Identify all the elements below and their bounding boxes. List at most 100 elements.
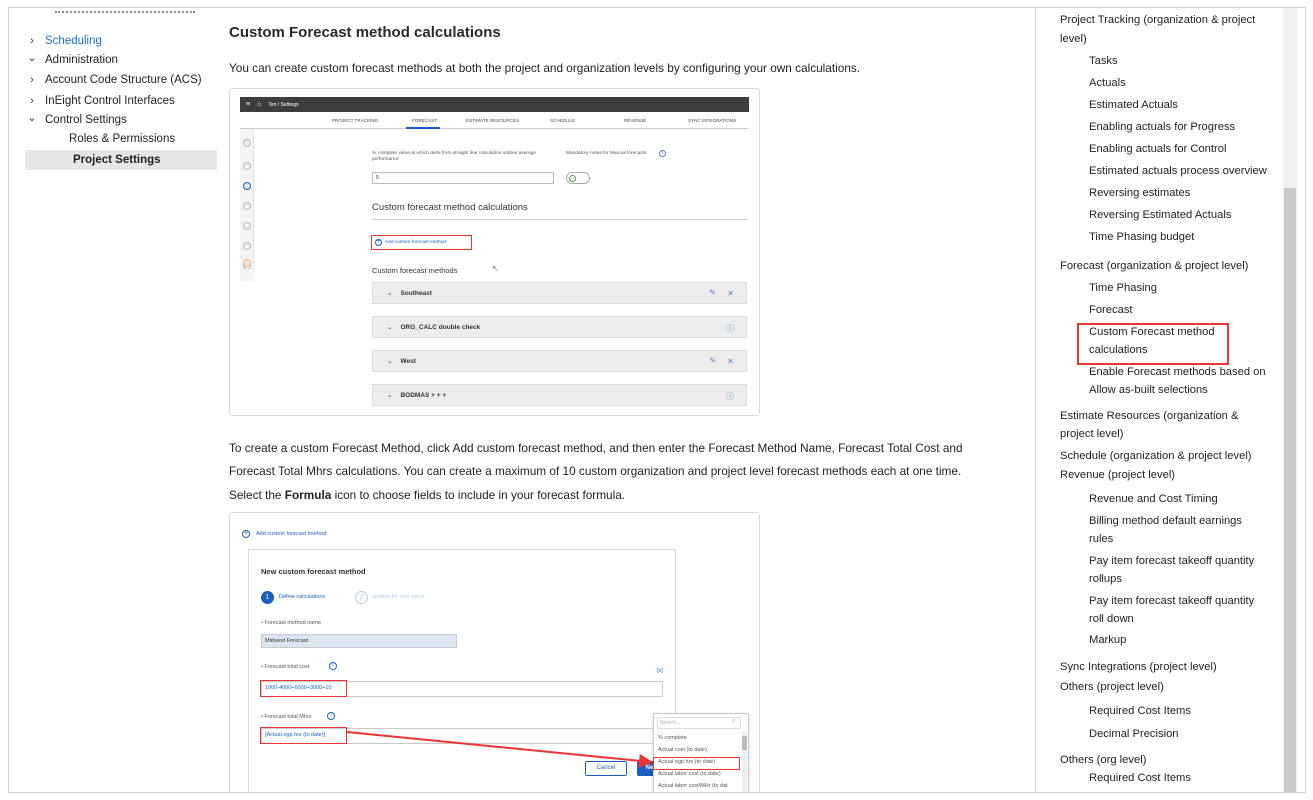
tab-forecast[interactable]: FORECAST [412, 118, 437, 123]
edit-icon[interactable]: ✎ [709, 356, 716, 365]
chevron-down-icon: ⌄ [27, 111, 37, 124]
tab-revenue[interactable]: REVENUE [624, 118, 646, 123]
toc-item[interactable]: Enabling actuals for Control [1089, 140, 1226, 159]
nav-item-control-settings[interactable]: ⌄ Control Settings [25, 110, 126, 130]
info-icon[interactable]: i [329, 662, 337, 670]
rail-icon[interactable] [243, 162, 251, 170]
method-name-label: • Forecast method name [261, 620, 322, 626]
highlight-box [260, 680, 347, 697]
dropdown-scrollbar[interactable] [742, 732, 747, 792]
toc-item[interactable]: Required Cost Items [1089, 769, 1191, 788]
rail-icon[interactable] [243, 202, 251, 210]
settings-tabs: PROJECT TRACKING FORECAST ESTIMATE RESOU… [240, 112, 749, 129]
close-icon[interactable]: ✕ [727, 289, 734, 298]
toc-item[interactable]: Revenue (project level) [1060, 466, 1175, 485]
nav-item-roles-permissions[interactable]: Roles & Permissions [69, 129, 175, 149]
toc-item[interactable]: Allow as-built selections [1089, 381, 1208, 400]
scroll-thumb[interactable] [742, 736, 747, 750]
add-custom-forecast-link[interactable]: Add custom forecast method [256, 531, 326, 537]
toc-item[interactable]: Enable Forecast methods based on [1089, 363, 1266, 382]
toc-item[interactable]: Forecast (organization & project level) [1060, 257, 1248, 276]
toc-item[interactable]: Project Tracking (organization & project [1060, 11, 1255, 30]
toc-item[interactable]: Reversing estimates [1089, 184, 1190, 203]
side-rail-end [240, 269, 254, 281]
total-cost-label: • Forecast total cost [261, 664, 310, 670]
instructions-line-1: To create a custom Forecast Method, clic… [229, 441, 963, 455]
toc-item[interactable]: Schedule (organization & project level) [1060, 447, 1252, 466]
settings-screenshot: ≡ ⌂ Ten / Settings PROJECT TRACKING FORE… [229, 88, 760, 416]
rail-icon[interactable] [243, 222, 251, 230]
info-icon[interactable]: i [327, 712, 335, 720]
info-icon[interactable]: ⓘ [726, 323, 734, 334]
mandatory-notes-label: Mandatory notes for Manual forecasts [566, 151, 647, 156]
dropdown-item[interactable]: % complete [658, 735, 687, 741]
toc-item[interactable]: Actuals [1089, 74, 1126, 93]
step-1-label: Define calculations [279, 594, 326, 600]
nav-item-administration[interactable]: ⌄ Administration [25, 50, 117, 70]
nav-item-ineight-control-interfaces[interactable]: › InEight Control Interfaces [25, 91, 175, 111]
method-row[interactable]: ⌄ Southeast ✎ ✕ [372, 282, 747, 304]
toc-item[interactable]: Pay item forecast takeoff quantity [1089, 552, 1254, 571]
tab-schedule[interactable]: SCHEDULE [550, 118, 575, 123]
toc-item[interactable]: Estimated actuals process overview [1089, 162, 1267, 181]
toc-item[interactable]: Decimal Precision [1089, 725, 1179, 744]
toc-highlight-box [1077, 323, 1229, 365]
custom-calc-section-title: Custom forecast method calculations [372, 202, 528, 213]
app-side-rail [240, 129, 254, 270]
toc-item[interactable]: Reversing Estimated Actuals [1089, 206, 1231, 225]
cancel-button[interactable]: Cancel [585, 761, 627, 776]
tab-project-tracking[interactable]: PROJECT TRACKING [332, 118, 378, 123]
nav-item-acs[interactable]: › Account Code Structure (ACS) [25, 70, 201, 90]
formula-icon[interactable]: [x] [657, 668, 663, 674]
rail-icon-active[interactable] [243, 182, 251, 190]
plus-circle-icon[interactable]: + [242, 530, 250, 538]
toc-item[interactable]: Enabling actuals for Progress [1089, 118, 1235, 137]
dropdown-item[interactable]: Actual labor cost (to date) [658, 771, 721, 777]
tab-sync-integrations[interactable]: SYNC INTEGRATIONS [688, 118, 736, 123]
method-row[interactable]: ⌄ BODMAS + + + ⓘ [372, 384, 747, 406]
delta-input[interactable]: 5 [372, 172, 554, 184]
info-icon[interactable]: ⓘ [726, 391, 734, 402]
formula-bold: Formula [284, 488, 332, 502]
toc-item[interactable]: rules [1089, 530, 1113, 549]
dropdown-item[interactable]: Actual cost (to date) [658, 747, 707, 753]
toc-item[interactable]: Others (org level) [1060, 751, 1146, 770]
toc-item[interactable]: Pay item forecast takeoff quantity [1089, 592, 1254, 611]
toc-item[interactable]: rollups [1089, 570, 1122, 589]
method-name-input[interactable]: Midwest Forecast [261, 634, 457, 648]
toc-item[interactable]: Time Phasing budget [1089, 228, 1194, 247]
close-icon[interactable]: ✕ [727, 357, 734, 366]
toc-item[interactable]: Time Phasing [1089, 279, 1157, 298]
method-row[interactable]: ⌄ ORG_CALC double check ⓘ [372, 316, 747, 338]
nav-item-project-settings[interactable]: Project Settings [25, 150, 217, 170]
toc-item[interactable]: Forecast [1089, 301, 1133, 320]
rail-icon[interactable] [243, 242, 251, 250]
dropdown-item[interactable]: Actual labor cost/MHr (to dat [658, 783, 728, 789]
search-input[interactable]: Search... [657, 717, 741, 729]
info-icon[interactable]: i [659, 150, 666, 157]
custom-methods-title: Custom forecast methods [372, 266, 458, 275]
mandatory-notes-toggle[interactable] [566, 172, 590, 184]
method-row[interactable]: ⌄ West ✎ ✕ [372, 350, 747, 372]
highlight-box [653, 757, 740, 770]
toc-item[interactable]: level) [1060, 30, 1087, 49]
tab-estimate-resources[interactable]: ESTIMATE RESOURCES [466, 118, 519, 123]
main-content: Custom Forecast method calculations You … [229, 8, 1029, 792]
toc-item[interactable]: Billing method default earnings [1089, 512, 1242, 531]
scrollbar-thumb[interactable] [1284, 188, 1296, 792]
toc-item[interactable]: Estimated Actuals [1089, 96, 1178, 115]
toc-item[interactable]: Sync Integrations (project level) [1060, 658, 1217, 677]
toc-item[interactable]: Markup [1089, 631, 1126, 650]
toc-item[interactable]: Revenue and Cost Timing [1089, 490, 1218, 509]
toc-item[interactable]: roll down [1089, 610, 1134, 629]
toc-item[interactable]: Estimate Resources (organization & [1060, 407, 1238, 426]
nav-item-scheduling[interactable]: › Scheduling [25, 31, 102, 51]
toc-item[interactable]: Others (project level) [1060, 678, 1164, 697]
rail-icon-orange[interactable] [243, 259, 251, 267]
toc-item[interactable]: project level) [1060, 425, 1123, 444]
highlight-box [371, 235, 472, 250]
toc-item[interactable]: Tasks [1089, 52, 1118, 71]
edit-icon[interactable]: ✎ [709, 288, 716, 297]
toc-item[interactable]: Required Cost Items [1089, 702, 1191, 721]
rail-icon[interactable] [243, 139, 251, 147]
